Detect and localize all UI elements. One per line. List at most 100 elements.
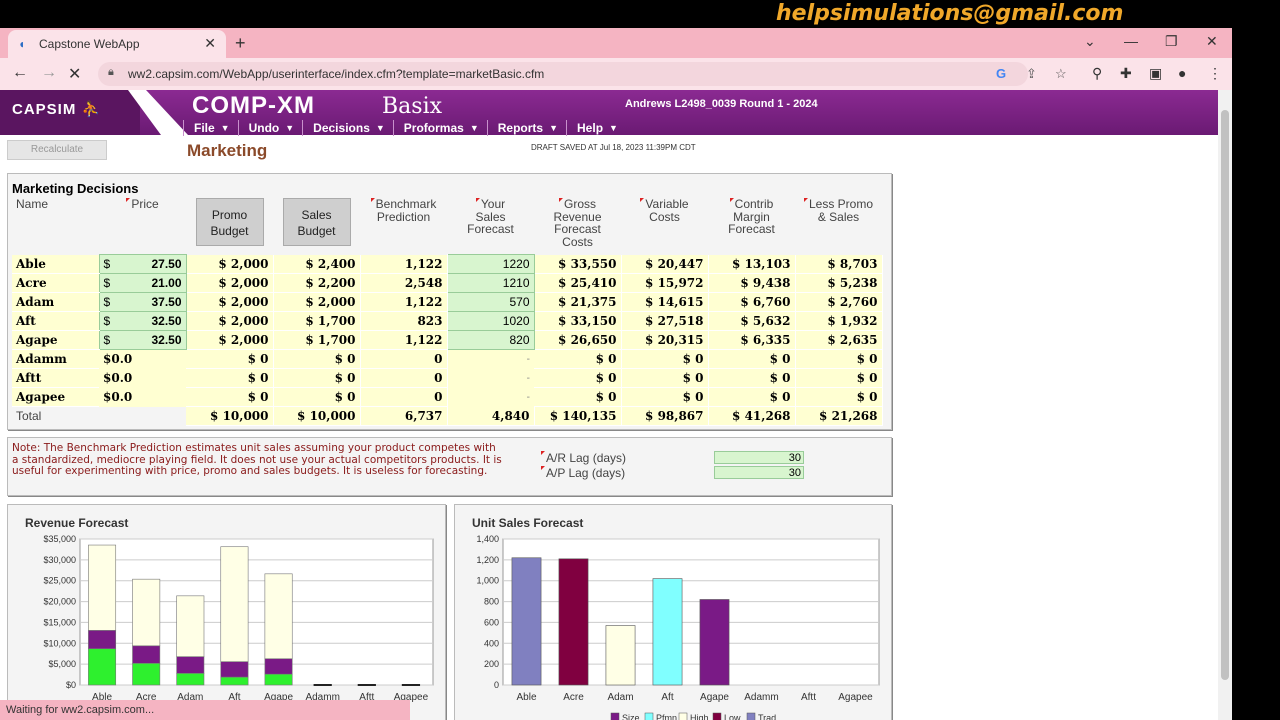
price-input[interactable]: $27.50 (98, 254, 187, 274)
forward-icon[interactable]: → (41, 64, 57, 82)
note-marker-icon (803, 198, 808, 202)
sales-budget-value: $ 0 (273, 387, 361, 407)
legend-swatch (610, 712, 620, 720)
ap-lag-input[interactable]: 30 (714, 466, 804, 479)
price-input[interactable]: $21.00 (98, 273, 187, 293)
col-variable-header: Variable Costs (621, 198, 708, 255)
product-name: Able (12, 254, 99, 274)
address-bar[interactable]: 🔒︎ ww2.capsim.com/WebApp/userinterface/i… (98, 62, 1067, 86)
sales-budget-value: $ 2,400 (273, 254, 361, 274)
restore-icon[interactable]: ❐ (1165, 33, 1178, 50)
revenue-chart-panel: Revenue Forecast $0 $5,000 $10,000 $15,000 $… (7, 504, 446, 720)
minimize-icon[interactable]: — (1124, 33, 1138, 49)
less-promo-sales-value: $ 0 (795, 349, 883, 369)
contrib-margin-value: $ 13,103 (708, 254, 796, 274)
bar-segment (264, 673, 293, 686)
tab-search-icon[interactable]: ⌄ (1084, 33, 1096, 50)
capsim-favicon-icon: ◖ (18, 37, 26, 51)
dollar-sign: $ (103, 314, 111, 328)
stop-loading-icon[interactable]: ✕ (68, 64, 81, 84)
note-panel: Note: The Benchmark Prediction estimates… (7, 437, 892, 496)
scrollbar-thumb[interactable] (1221, 110, 1229, 680)
sidepanel-icon[interactable]: ▣ (1149, 65, 1162, 82)
variable-costs-value: $ 15,972 (621, 273, 709, 293)
variable-costs-value: $ 20,315 (621, 330, 709, 350)
sales-budget-button[interactable]: Sales Budget (282, 198, 351, 246)
price-input[interactable]: $37.50 (98, 292, 187, 312)
benchmark-value: 823 (360, 311, 448, 331)
price-value: $0.0 (99, 349, 186, 369)
col-less-header: Less Promo & Sales (795, 198, 882, 255)
gross-revenue-value: $ 0 (534, 387, 622, 407)
more-menu-icon[interactable]: ⋮ (1208, 65, 1222, 82)
promo-budget-button[interactable]: Promo Budget (195, 198, 264, 246)
legend-label: Low (724, 713, 741, 720)
url-text[interactable]: ww2.capsim.com/WebApp/userinterface/inde… (128, 67, 544, 81)
note-marker-icon (640, 198, 645, 202)
menu-undo[interactable]: Undo ▼ (237, 120, 303, 136)
sales-budget-value: $ 0 (273, 349, 361, 369)
lock-icon[interactable]: 🔒︎ (108, 66, 114, 79)
ar-lag-input[interactable]: 30 (714, 451, 804, 464)
extension-icon[interactable]: ⚲ (1092, 65, 1102, 82)
col-price-header: Price (99, 198, 186, 255)
contrib-margin-value: $ 0 (708, 349, 796, 369)
legend-label: Pfmn (656, 713, 677, 720)
sales-forecast-input[interactable]: 1020 (446, 311, 535, 331)
new-tab-icon[interactable]: + (235, 33, 246, 54)
sales-forecast-input[interactable]: 570 (446, 292, 535, 312)
menu-help[interactable]: Help ▼ (566, 120, 626, 136)
price-value: $0.0 (99, 387, 186, 407)
ap-lag-label: A/P Lag (days) (541, 466, 625, 480)
ar-lag-label: A/R Lag (days) (541, 451, 626, 465)
table-header-row: Name Price Promo Budget Sales Budget Bench… (12, 198, 882, 255)
benchmark-value: 1,122 (360, 330, 448, 350)
bar-segment (132, 578, 161, 647)
total-bench: 6,737 (360, 406, 448, 426)
window-close-icon[interactable]: ✕ (1206, 33, 1218, 50)
tab-close-icon[interactable]: ✕ (204, 35, 216, 52)
total-sales: $ 10,000 (273, 406, 361, 426)
col-forecast-header: Your Sales Forecast (467, 197, 514, 236)
page-content: CAPSIM ⛹ COMP-XM Basix Andrews L2498_003… (0, 90, 1218, 720)
bar-segment (176, 595, 205, 657)
menu-decisions[interactable]: Decisions ▼ (302, 120, 393, 136)
price-value: $0.0 (99, 368, 186, 388)
bar-segment (176, 656, 205, 674)
y-tick-label: $5,000 (48, 659, 76, 669)
sales-forecast-input[interactable]: 1210 (446, 273, 535, 293)
gross-revenue-value: $ 0 (534, 349, 622, 369)
y-tick-label: $0 (66, 680, 76, 690)
gross-revenue-value: $ 21,375 (534, 292, 622, 312)
marketing-decisions-panel: Marketing Decisions Name Price Promo Budg… (7, 173, 892, 430)
tab-title: Capstone WebApp (39, 37, 140, 51)
price-input[interactable]: $32.50 (98, 330, 187, 350)
back-icon[interactable]: ← (12, 64, 28, 82)
contrib-margin-value: $ 5,632 (708, 311, 796, 331)
total-contrib: $ 41,268 (708, 406, 796, 426)
benchmark-value: 2,548 (360, 273, 448, 293)
sales-forecast-input[interactable]: 1220 (446, 254, 535, 274)
price-input[interactable]: $32.50 (98, 311, 187, 331)
note-marker-icon (126, 198, 131, 202)
puzzle-icon[interactable]: ✚ (1120, 65, 1132, 82)
menu-reports[interactable]: Reports ▼ (486, 120, 566, 136)
y-tick-label: 1,200 (476, 555, 499, 565)
recalculate-button[interactable]: Recalculate (7, 140, 107, 160)
google-icon[interactable]: G (996, 66, 1006, 81)
sales-forecast-input[interactable]: 820 (446, 330, 535, 350)
unit-sales-chart-panel: Unit Sales Forecast 0 200 400 600 800 1,000 1,… (454, 504, 892, 720)
promo-budget-value: $ 2,000 (186, 254, 274, 274)
bookmark-star-icon[interactable]: ☆ (1055, 66, 1067, 82)
share-icon[interactable]: ⇪ (1026, 66, 1037, 82)
legend-swatch (644, 712, 654, 720)
benchmark-value: 0 (360, 368, 448, 388)
menu-proformas[interactable]: Proformas ▼ (392, 120, 487, 136)
sales-forecast-value: - (447, 387, 534, 407)
page-scrollbar[interactable] (1218, 90, 1232, 720)
note-marker-icon (541, 466, 545, 470)
browser-tab[interactable]: ◖ Capstone WebApp ✕ (8, 30, 226, 58)
menu-file[interactable]: File ▼ (183, 120, 238, 136)
profile-avatar-icon[interactable]: ● (1178, 65, 1186, 81)
bar-segment (88, 648, 117, 686)
